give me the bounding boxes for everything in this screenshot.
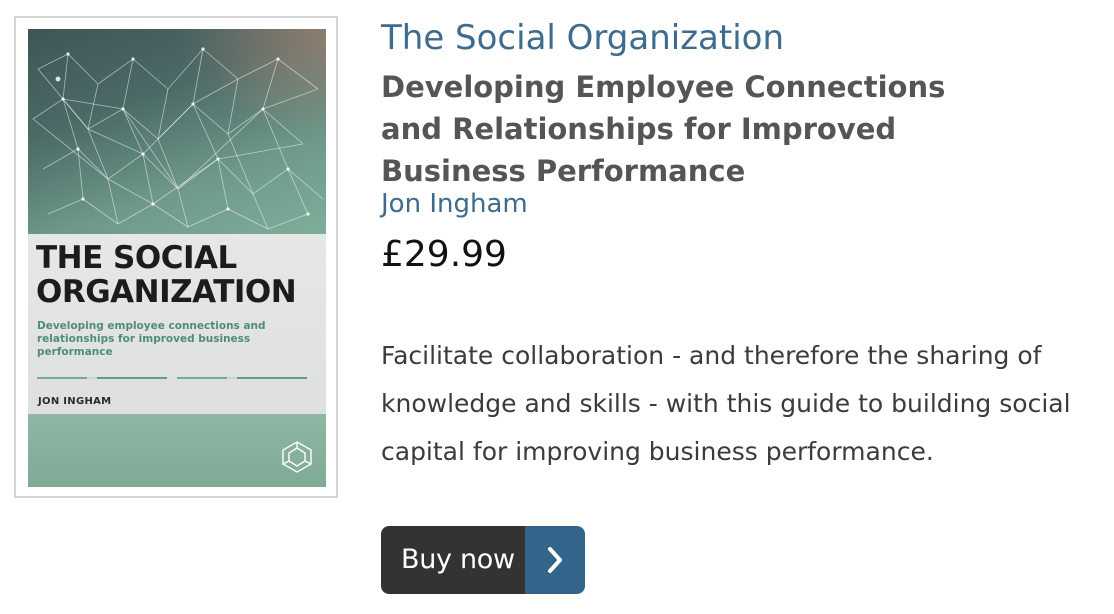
book-description: Facilitate collaboration - and therefore… <box>381 341 1071 466</box>
chevron-right-icon <box>524 526 585 594</box>
book-cover[interactable]: THE SOCIAL ORGANIZATION Developing emplo… <box>14 16 338 498</box>
book-cover-image: THE SOCIAL ORGANIZATION Developing emplo… <box>28 29 326 487</box>
buy-now-label: Buy now <box>381 526 525 594</box>
book-info: The Social Organization Developing Emplo… <box>381 14 1101 276</box>
buy-now-button[interactable]: Buy now <box>381 526 585 594</box>
author-link[interactable]: Jon Ingham <box>381 188 1101 220</box>
cover-divider <box>37 377 317 379</box>
book-title[interactable]: The Social Organization <box>381 14 1101 62</box>
publisher-logo-icon <box>282 441 312 473</box>
cover-title: THE SOCIAL ORGANIZATION <box>36 240 297 310</box>
cover-subtitle: Developing employee connections and rela… <box>37 320 266 358</box>
network-graphic <box>32 47 324 230</box>
book-subtitle: Developing Employee Connections and Rela… <box>381 70 946 188</box>
book-listing: THE SOCIAL ORGANIZATION Developing emplo… <box>0 0 1114 614</box>
price: £29.99 <box>381 234 507 275</box>
cover-author: JON INGHAM <box>38 396 112 407</box>
